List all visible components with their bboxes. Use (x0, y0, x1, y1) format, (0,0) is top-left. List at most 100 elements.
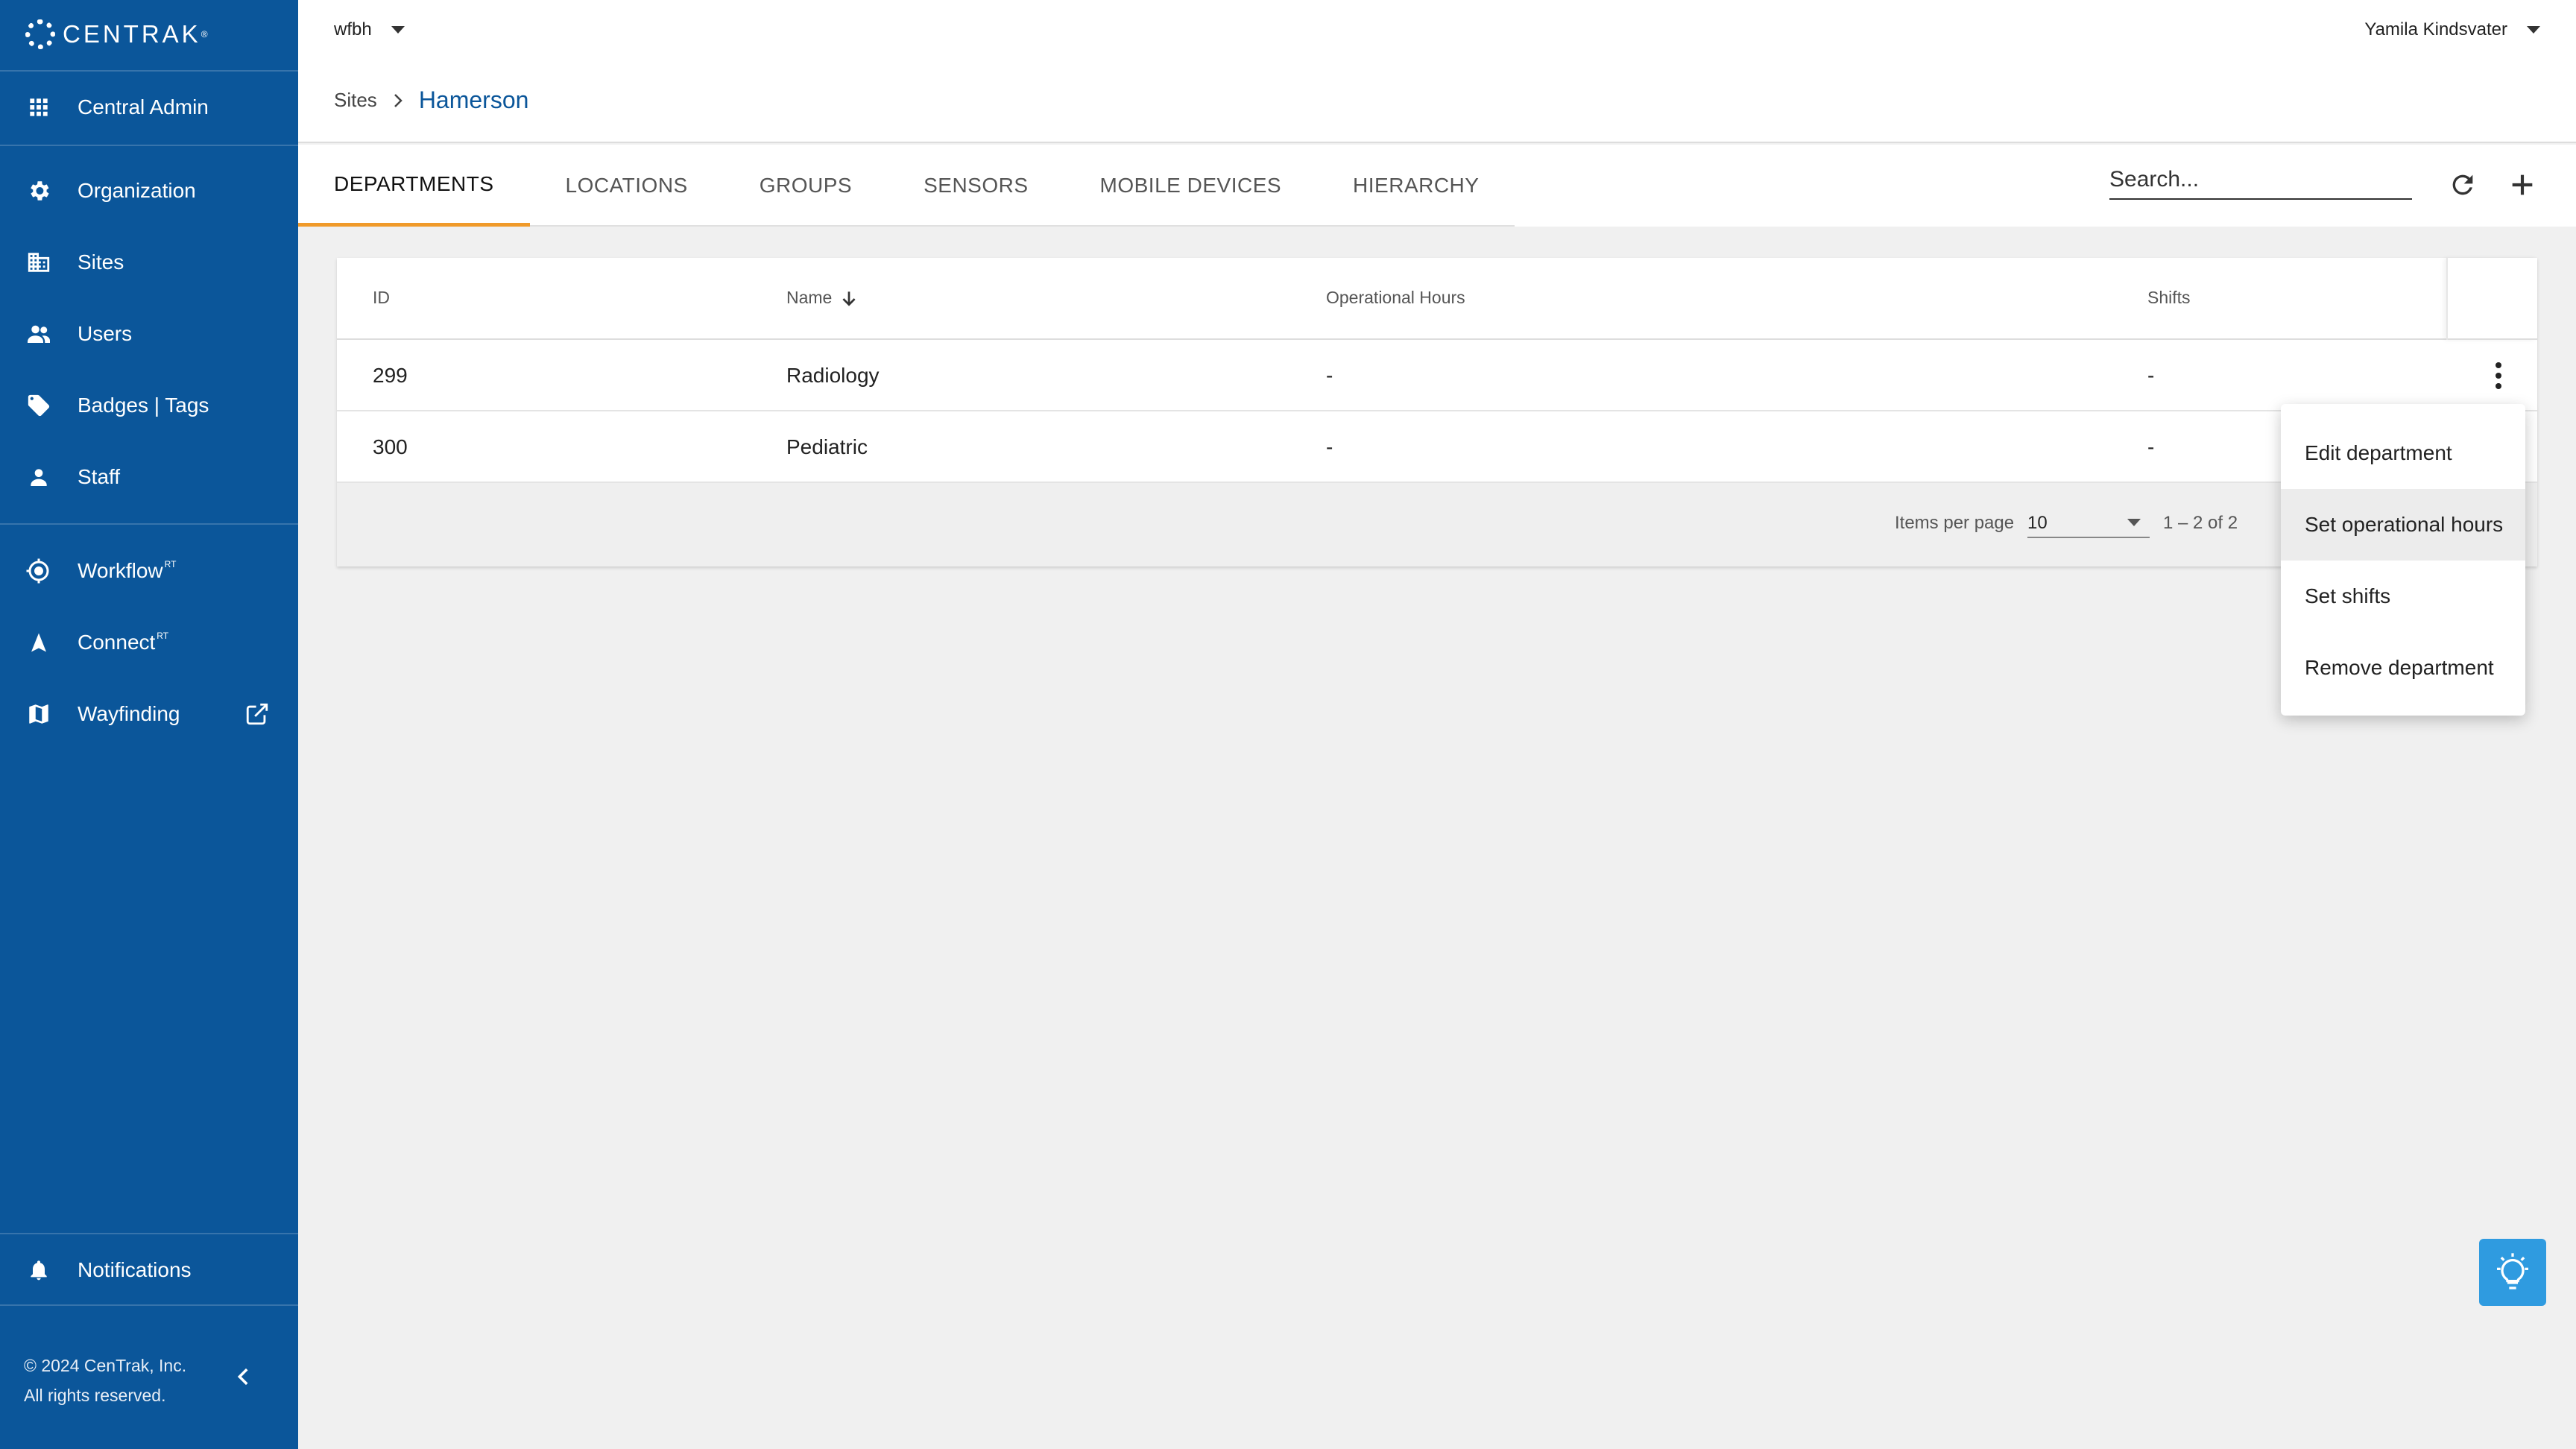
chevron-left-icon (237, 1368, 248, 1386)
actions-column-header (2446, 258, 2537, 340)
column-header-name[interactable]: Name (786, 288, 859, 308)
cell-id: 299 (373, 364, 408, 387)
gear-icon (25, 177, 52, 204)
collapse-sidebar-button[interactable] (231, 1364, 256, 1389)
caret-down-icon (2127, 519, 2141, 526)
centrak-logo[interactable]: CENTRAK ® (25, 19, 208, 49)
plus-icon (2512, 174, 2533, 195)
tenant-name: wfbh (334, 19, 372, 40)
connect-icon (25, 629, 52, 656)
sidebar-item-connect[interactable]: Connect RT (0, 620, 298, 665)
chevron-right-icon (394, 93, 402, 107)
table-row[interactable]: 300 Pediatric - - (337, 411, 2537, 483)
cell-shifts: - (2147, 435, 2155, 458)
users-icon (25, 321, 52, 347)
departments-table: ID Name Operational Hours Shifts 299 Rad… (337, 258, 2537, 566)
tab-departments[interactable]: DEPARTMENTS (298, 145, 530, 227)
cell-operational-hours: - (1326, 364, 1333, 387)
sidebar-divider (0, 145, 298, 146)
menu-item-edit-department[interactable]: Edit department (2281, 417, 2525, 489)
centrak-logo-icon (25, 19, 55, 49)
page-range-label: 1 – 2 of 2 (2163, 513, 2238, 533)
brand-name: CENTRAK (63, 20, 201, 48)
table-row[interactable]: 299 Radiology - - (337, 340, 2537, 411)
cell-id: 300 (373, 435, 408, 458)
menu-item-set-shifts[interactable]: Set shifts (2281, 561, 2525, 632)
tab-mobile-devices[interactable]: MOBILE DEVICES (1064, 145, 1318, 227)
tab-list: DEPARTMENTS LOCATIONS GROUPS SENSORS MOB… (298, 145, 1515, 227)
menu-item-remove-department[interactable]: Remove department (2281, 632, 2525, 704)
tab-locations[interactable]: LOCATIONS (530, 145, 724, 227)
sidebar-item-label: Staff (78, 465, 121, 488)
bell-icon (25, 1257, 52, 1284)
cell-operational-hours: - (1326, 435, 1333, 458)
sidebar-item-label: Workflow RT (78, 559, 177, 582)
sidebar-item-notifications[interactable]: Notifications (0, 1248, 298, 1292)
sidebar-item-label: Organization (78, 179, 196, 202)
sidebar-item-label: Badges | Tags (78, 394, 209, 417)
sidebar-item-wayfinding[interactable]: Wayfinding (0, 692, 298, 736)
workflow-icon (25, 558, 52, 584)
sidebar-item-organization[interactable]: Organization (0, 168, 298, 213)
column-header-id[interactable]: ID (373, 288, 390, 308)
table-paginator: Items per page 10 1 – 2 of 2 (337, 483, 2537, 566)
lightbulb-icon (2497, 1253, 2528, 1289)
tab-sensors[interactable]: SENSORS (888, 145, 1064, 227)
row-actions-menu: Edit department Set operational hours Se… (2281, 404, 2525, 716)
cell-name: Radiology (786, 364, 880, 387)
apps-grid-icon (25, 94, 52, 121)
copyright: © 2024 CenTrak, Inc. All rights reserved… (24, 1356, 187, 1405)
search-input[interactable] (2109, 167, 2412, 192)
sidebar-item-label: Connect RT (78, 631, 169, 654)
brand-reg: ® (201, 29, 208, 40)
sidebar-divider (0, 70, 298, 72)
row-actions-button[interactable] (2485, 358, 2512, 394)
person-icon (25, 464, 52, 490)
sidebar-item-label: Sites (78, 250, 124, 274)
column-header-shifts[interactable]: Shifts (2147, 288, 2191, 308)
sidebar-item-label: Notifications (78, 1258, 192, 1281)
sidebar-divider (0, 1304, 298, 1306)
sidebar-item-label: Central Admin (78, 95, 209, 119)
refresh-icon (2452, 174, 2473, 195)
user-menu[interactable]: Yamila Kindsvater (2364, 19, 2540, 40)
top-header: wfbh Yamila Kindsvater Sites Hamerson (298, 0, 2576, 143)
add-department-button[interactable] (2504, 167, 2540, 203)
items-per-page-label: Items per page (1895, 513, 2015, 533)
sort-down-arrow-icon (842, 291, 856, 306)
table-header: ID Name Operational Hours Shifts (337, 258, 2537, 340)
sidebar-item-central-admin[interactable]: Central Admin (0, 85, 298, 130)
user-name: Yamila Kindsvater (2364, 19, 2507, 40)
sidebar-item-badges-tags[interactable]: Badges | Tags (0, 383, 298, 428)
sidebar: CENTRAK ® Central Admin Organization Sit… (0, 0, 298, 1449)
breadcrumb-current: Hamerson (418, 86, 529, 113)
sidebar-item-users[interactable]: Users (0, 312, 298, 356)
help-tips-button[interactable] (2479, 1239, 2546, 1306)
cell-name: Pediatric (786, 435, 868, 458)
building-icon (25, 249, 52, 276)
tenant-selector[interactable]: wfbh (334, 19, 405, 40)
sidebar-item-workflow[interactable]: Workflow RT (0, 549, 298, 593)
tabs-bar: DEPARTMENTS LOCATIONS GROUPS SENSORS MOB… (298, 145, 2576, 227)
more-vertical-icon (2496, 362, 2501, 389)
external-link-icon[interactable] (244, 701, 270, 727)
tab-groups[interactable]: GROUPS (724, 145, 888, 227)
column-header-operational-hours[interactable]: Operational Hours (1326, 288, 1465, 308)
tab-hierarchy[interactable]: HIERARCHY (1317, 145, 1515, 227)
sidebar-item-label: Users (78, 322, 133, 345)
sidebar-item-label: Wayfinding (78, 702, 180, 725)
cell-shifts: - (2147, 364, 2155, 387)
search-field (2109, 162, 2412, 200)
sidebar-item-staff[interactable]: Staff (0, 455, 298, 499)
caret-down-icon (391, 26, 405, 34)
items-per-page-select[interactable]: 10 (2027, 508, 2150, 538)
menu-item-set-operational-hours[interactable]: Set operational hours (2281, 489, 2525, 561)
map-icon (25, 701, 52, 727)
sidebar-item-sites[interactable]: Sites (0, 240, 298, 285)
tag-icon (25, 392, 52, 419)
breadcrumb-sites-link[interactable]: Sites (334, 89, 377, 112)
caret-down-icon (2527, 26, 2540, 34)
sidebar-divider (0, 1233, 298, 1234)
sidebar-divider (0, 523, 298, 525)
refresh-button[interactable] (2445, 167, 2481, 203)
